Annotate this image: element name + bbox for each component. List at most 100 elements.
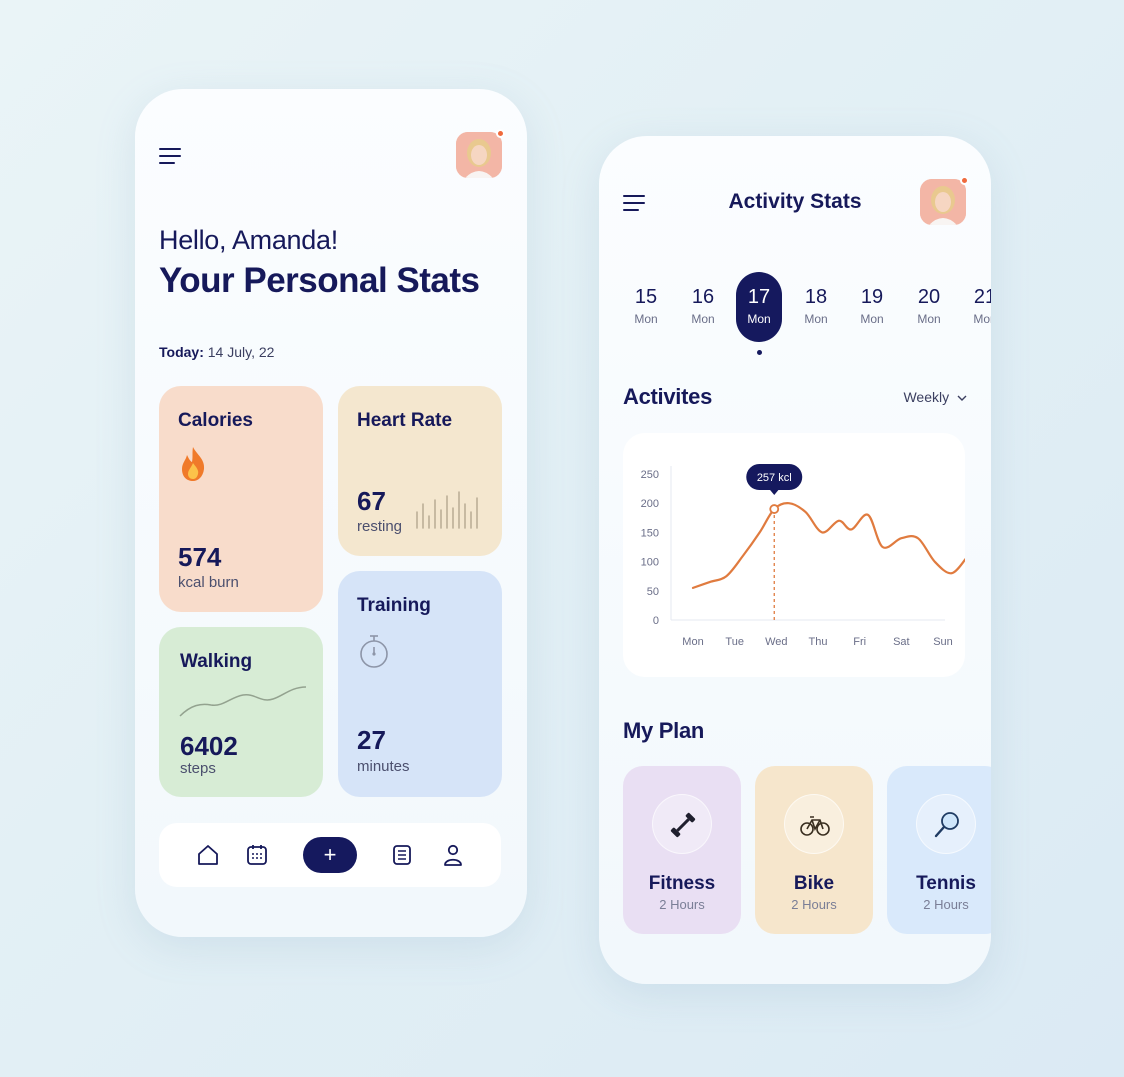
x-tick-label: Tue xyxy=(725,636,744,648)
date-weekday: Mon xyxy=(973,312,991,326)
plan-name: Bike xyxy=(793,873,835,894)
card-value: 27 xyxy=(357,725,386,755)
y-tick-label: 250 xyxy=(641,469,659,481)
x-tick-label: Mon xyxy=(682,636,703,648)
date-number: 21 xyxy=(973,286,991,308)
card-title: Calories xyxy=(178,410,253,431)
plan-card-fitness[interactable]: Fitness 2 Hours xyxy=(623,766,741,934)
calories-card[interactable]: Calories 574 kcal burn xyxy=(159,386,323,612)
card-title: Heart Rate xyxy=(357,410,453,431)
notification-dot xyxy=(960,176,969,185)
calendar-icon[interactable] xyxy=(245,843,269,867)
today-value: 14 July, 22 xyxy=(207,344,275,360)
card-sub: minutes xyxy=(357,758,410,775)
notification-dot xyxy=(496,129,505,138)
y-tick-label: 50 xyxy=(647,586,659,598)
plan-card-bike[interactable]: Bike 2 Hours xyxy=(755,766,873,934)
my-plan-title: My Plan xyxy=(623,718,705,743)
date-number: 16 xyxy=(691,286,715,308)
page-title: Your Personal Stats xyxy=(159,261,480,300)
date-weekday: Mon xyxy=(747,312,771,326)
heart-rate-card[interactable]: Heart Rate 67 resting xyxy=(338,386,502,556)
training-card[interactable]: Training 27 minutes xyxy=(338,571,502,797)
y-tick-label: 200 xyxy=(641,498,659,510)
date-item-selected[interactable]: 17 Mon xyxy=(736,272,782,342)
avatar[interactable] xyxy=(920,176,969,225)
avatar[interactable] xyxy=(456,129,505,178)
avatar-photo xyxy=(920,179,966,225)
plan-name: Tennis xyxy=(916,873,976,894)
date-weekday: Mon xyxy=(917,312,941,326)
add-button[interactable]: + xyxy=(303,837,357,873)
date-number: 18 xyxy=(804,286,828,308)
weekly-dropdown[interactable]: Weekly xyxy=(903,389,967,405)
plan-icon-circle xyxy=(652,794,712,854)
selected-date-indicator xyxy=(757,350,762,355)
tennis-racket-icon xyxy=(934,812,959,838)
x-tick-label: Sun xyxy=(933,636,953,648)
bottom-nav: + xyxy=(159,823,501,887)
date-item[interactable]: 20 Mon xyxy=(906,272,952,342)
y-tick-label: 100 xyxy=(641,557,659,569)
x-tick-label: Sat xyxy=(893,636,910,648)
y-tick-label: 0 xyxy=(653,615,659,627)
weekly-dropdown-label: Weekly xyxy=(903,389,950,405)
plan-duration: 2 Hours xyxy=(659,897,705,912)
dumbbell-icon xyxy=(670,812,696,838)
menu-icon[interactable] xyxy=(159,147,183,165)
date-weekday: Mon xyxy=(634,312,658,326)
activities-chart-card: 250 200 150 100 50 0 Mon Tue Wed Thu Fri Sat Sun 257 … xyxy=(623,433,968,677)
y-tick-label: 150 xyxy=(641,527,659,539)
card-value: 574 xyxy=(178,542,222,572)
activity-stats-screen: Activity Stats 15 Mon 16 Mon 17 Mon 18 M… xyxy=(599,136,991,984)
bicycle-icon xyxy=(800,816,830,836)
card-value: 6402 xyxy=(180,731,238,761)
highlight-tooltip-label: 257 kcl xyxy=(757,472,792,484)
date-number: 17 xyxy=(747,286,771,308)
card-sub: resting xyxy=(357,518,403,535)
notes-icon[interactable] xyxy=(390,843,414,867)
walking-wave-icon xyxy=(179,686,307,717)
x-tick-label: Wed xyxy=(765,636,787,648)
activities-line-chart: 250 200 150 100 50 0 Mon Tue Wed Thu Fri Sat Sun 257 … xyxy=(641,464,968,648)
date-number: 20 xyxy=(917,286,941,308)
activities-title: Activites xyxy=(623,384,713,409)
today-label: Today: xyxy=(159,344,204,360)
stopwatch-icon xyxy=(360,635,388,668)
plan-duration: 2 Hours xyxy=(923,897,969,912)
home-icon[interactable] xyxy=(196,843,220,867)
plan-name: Fitness xyxy=(648,873,716,894)
plan-duration: 2 Hours xyxy=(791,897,837,912)
activity-series-line xyxy=(691,502,968,589)
card-title: Training xyxy=(357,595,431,616)
personal-stats-screen: Hello, Amanda! Your Personal Stats Today… xyxy=(135,89,527,937)
greeting: Hello, Amanda! xyxy=(159,225,338,255)
date-number: 19 xyxy=(860,286,884,308)
highlight-tooltip-tail xyxy=(769,489,780,496)
plan-icon-circle xyxy=(916,794,976,854)
heartbeat-bars-icon xyxy=(416,491,478,529)
card-title: Walking xyxy=(180,651,253,672)
x-tick-label: Fri xyxy=(853,636,866,648)
card-sub: kcal burn xyxy=(178,574,239,591)
date-item[interactable]: 21 Mon xyxy=(962,272,991,342)
plan-icon-circle xyxy=(784,794,844,854)
chevron-down-icon xyxy=(957,395,967,401)
date-number: 15 xyxy=(634,286,658,308)
date-item[interactable]: 19 Mon xyxy=(849,272,895,342)
x-tick-label: Thu xyxy=(809,636,828,648)
profile-icon[interactable] xyxy=(441,843,465,867)
today-date: Today: 14 July, 22 xyxy=(159,344,274,360)
plan-card-tennis[interactable]: Tennis 2 Hours xyxy=(887,766,991,934)
avatar-photo xyxy=(456,132,502,178)
walking-card[interactable]: Walking 6402 steps xyxy=(159,627,323,797)
date-weekday: Mon xyxy=(691,312,715,326)
card-value: 67 xyxy=(357,486,386,516)
date-weekday: Mon xyxy=(860,312,884,326)
highlight-point xyxy=(769,504,780,514)
date-weekday: Mon xyxy=(804,312,828,326)
flame-icon xyxy=(182,447,205,481)
date-item[interactable]: 15 Mon xyxy=(623,272,669,342)
date-item[interactable]: 18 Mon xyxy=(793,272,839,342)
date-item[interactable]: 16 Mon xyxy=(680,272,726,342)
